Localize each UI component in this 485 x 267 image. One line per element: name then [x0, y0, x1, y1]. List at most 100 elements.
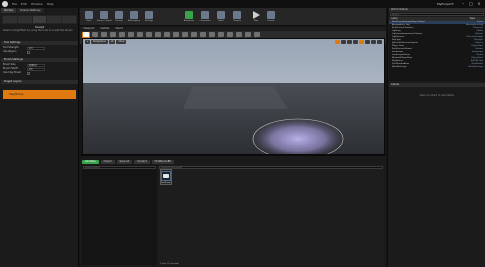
row-use-region: Use Region [3, 50, 77, 54]
menu-help[interactable]: Help [47, 2, 54, 6]
mode-place-button[interactable] [3, 16, 17, 23]
asset-thumbnail [161, 171, 171, 181]
tab-modes[interactable]: Modes [1, 8, 17, 13]
breadcrumb-content[interactable]: Content [134, 159, 150, 164]
marketplace-button[interactable]: Marketplace [127, 11, 141, 25]
minimize-button[interactable]: – [460, 1, 466, 6]
asset-name: FirstPerson [161, 182, 171, 184]
mirror-icon [236, 32, 242, 37]
translate-tool-button[interactable] [335, 40, 340, 44]
asset-search-input[interactable]: Search FirstPersonBP [159, 166, 383, 169]
camera-speed-button[interactable] [371, 40, 376, 44]
item-count: 1 item (1 selected) [160, 263, 179, 265]
level-viewport[interactable]: ▾ Perspective Lit Show [82, 38, 385, 155]
breadcrumb-folder[interactable]: FirstPersonBP [151, 159, 174, 164]
play-icon [252, 11, 260, 19]
tab-scene-outliner[interactable]: Scene Outliner [17, 8, 44, 13]
use-region-checkbox[interactable] [27, 50, 30, 54]
rotation-snap-button[interactable] [365, 40, 370, 44]
section-brush-settings[interactable]: Brush Settings [1, 58, 78, 62]
save-label: Save [86, 20, 92, 22]
compile-icon [233, 11, 241, 19]
source-control-icon [100, 11, 108, 19]
world-outliner-panel: World Outliner Search... Label Type Firs… [387, 8, 485, 267]
build-label: Build [218, 20, 224, 22]
compile-button[interactable]: Compile [230, 11, 244, 25]
mode-geometry-button[interactable] [62, 16, 76, 23]
mesh-icon [119, 32, 125, 37]
ramp-icon [182, 32, 188, 37]
launch-button[interactable]: Launch [264, 11, 278, 25]
maximize-viewport-button[interactable] [377, 40, 382, 44]
show-button[interactable]: Show [116, 40, 127, 44]
close-button[interactable]: × [476, 1, 482, 6]
play-label: Play [253, 20, 259, 22]
section-target-layers[interactable]: Target Layers [1, 80, 78, 84]
row-label: Brush Falloff [3, 67, 18, 70]
source-control-button[interactable]: Source Control [97, 11, 112, 25]
mode-landscape-button[interactable] [32, 16, 47, 23]
settings-label: Settings [144, 20, 154, 22]
menu-window[interactable]: Window [31, 2, 43, 6]
main-menu: File Edit Window Help [12, 2, 54, 6]
blueprints-button[interactable]: Blueprints [182, 11, 196, 25]
launch-label: Launch [267, 20, 275, 22]
lit-button[interactable]: Lit [108, 40, 116, 44]
gear-icon [145, 11, 153, 19]
world-space-button[interactable] [353, 40, 358, 44]
modes-panel: Modes Scene Outliner Sculpt Select a hei… [0, 8, 79, 267]
import-button[interactable]: Import [100, 159, 115, 164]
menu-file[interactable]: File [12, 2, 17, 6]
content-browser: Add New Import Save All Content FirstPer… [80, 155, 386, 267]
smooth-icon [164, 32, 170, 37]
row-label: Brush Size [3, 63, 16, 66]
outliner-search-input[interactable]: Search... [390, 13, 484, 16]
outliner-header: World Outliner [389, 8, 485, 12]
add-new-button[interactable]: Add New [82, 159, 99, 164]
content-browser-toolbar: Add New Import Save All Content FirstPer… [82, 159, 384, 164]
content-button[interactable]: Content [112, 11, 126, 25]
brush-icon [146, 32, 152, 37]
place-icon [128, 32, 134, 37]
viewport-options-button[interactable]: ▾ [85, 40, 91, 44]
save-icon [85, 11, 93, 19]
title-bar: File Edit Window Help MyProject3 – □ × [0, 0, 485, 8]
build-button[interactable]: Build [214, 11, 228, 25]
mode-paint-button[interactable] [17, 16, 32, 23]
item-label: WorldSettings [392, 66, 407, 68]
clay-brush-checkbox[interactable] [27, 71, 30, 75]
sculpt-icon [155, 32, 161, 37]
main-toolbar: Save Source Control Content Marketplace … [80, 8, 386, 26]
blueprints-label: Blueprints [183, 20, 195, 22]
maximize-button[interactable]: □ [468, 1, 474, 6]
save-button[interactable]: Save [82, 11, 96, 25]
flatten-icon [173, 32, 179, 37]
section-tool-settings[interactable]: Tool Settings [1, 41, 78, 45]
menu-edit[interactable]: Edit [21, 2, 27, 6]
mode-foliage-button[interactable] [47, 16, 62, 23]
viewport-right-controls [335, 40, 382, 44]
source-control-label: Source Control [97, 20, 112, 22]
save-all-button[interactable]: Save All [116, 159, 133, 164]
tool-description: Select a heightfield by using the tools … [3, 29, 73, 32]
row-label: Use Region [3, 50, 17, 53]
visibility-icon [227, 32, 233, 37]
perspective-button[interactable]: Perspective [91, 40, 108, 44]
erosion-icon [191, 32, 197, 37]
marketplace-icon [130, 11, 138, 19]
scale-tool-button[interactable] [347, 40, 352, 44]
viewport-scene [83, 39, 384, 154]
asset-tile[interactable]: FirstPerson [160, 169, 172, 185]
hydro-icon [200, 32, 206, 37]
copy-icon [254, 32, 260, 37]
rotate-tool-button[interactable] [341, 40, 346, 44]
content-label: Content [115, 20, 123, 22]
folder-search-input[interactable]: Search Folders [83, 166, 156, 169]
settings-button[interactable]: Settings [142, 11, 156, 25]
grid-snap-button[interactable] [359, 40, 364, 44]
play-button[interactable]: Play [249, 11, 263, 25]
heightmap-layer[interactable]: Heightmap [3, 90, 76, 99]
list-item[interactable]: WorldSettings WorldSettings [389, 66, 485, 69]
cinematics-button[interactable]: Cinematics [198, 11, 212, 25]
map-icon [163, 174, 169, 178]
